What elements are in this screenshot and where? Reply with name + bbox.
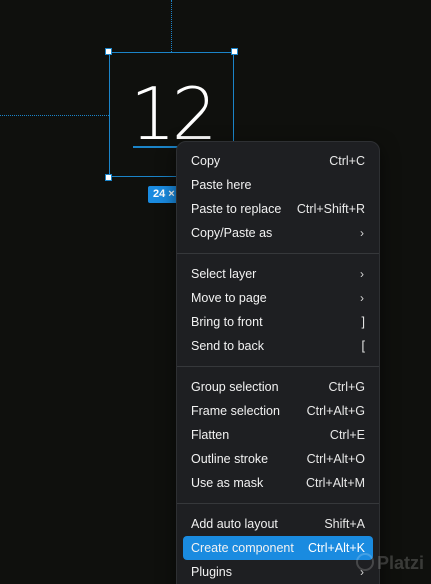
resize-handle-top-right[interactable] <box>231 48 238 55</box>
menu-item-send-to-back[interactable]: Send to back [ <box>183 334 373 358</box>
chevron-right-icon: › <box>360 226 364 240</box>
menu-item-label: Flatten <box>191 428 230 442</box>
menu-item-label: Copy <box>191 154 221 168</box>
menu-separator <box>177 503 379 504</box>
horizontal-guide-line <box>0 115 109 116</box>
watermark-text: Platzi <box>377 553 425 573</box>
menu-item-label: Send to back <box>191 339 264 353</box>
resize-handle-top-left[interactable] <box>105 48 112 55</box>
menu-item-label: Copy/Paste as <box>191 226 273 240</box>
menu-item-label: Create component <box>191 541 294 555</box>
chevron-right-icon: › <box>360 291 364 305</box>
resize-handle-bottom-left[interactable] <box>105 174 112 181</box>
menu-item-label: Plugins <box>191 565 232 579</box>
menu-item-paste-here[interactable]: Paste here <box>183 173 373 197</box>
menu-item-label: Group selection <box>191 380 279 394</box>
menu-item-flatten[interactable]: Flatten Ctrl+E <box>183 423 373 447</box>
menu-item-shortcut: ] <box>361 315 365 329</box>
menu-item-group-selection[interactable]: Group selection Ctrl+G <box>183 375 373 399</box>
menu-item-shortcut: Ctrl+Shift+R <box>296 202 365 216</box>
menu-item-use-as-mask[interactable]: Use as mask Ctrl+Alt+M <box>183 471 373 495</box>
menu-item-shortcut: Shift+A <box>324 517 365 531</box>
menu-item-select-layer[interactable]: Select layer › <box>183 262 373 286</box>
menu-item-copy-paste-as[interactable]: Copy/Paste as › <box>183 221 373 245</box>
menu-item-bring-to-front[interactable]: Bring to front] <box>183 310 373 334</box>
menu-item-label: Outline stroke <box>191 452 269 466</box>
menu-item-label: Frame selection <box>191 404 280 418</box>
menu-separator <box>177 366 379 367</box>
menu-item-copy[interactable]: Copy Ctrl+C <box>183 149 373 173</box>
menu-item-paste-to-replace[interactable]: Paste to replace Ctrl+Shift+R <box>183 197 373 221</box>
watermark: Platzi <box>356 553 424 574</box>
menu-item-label: Use as mask <box>191 476 264 490</box>
vertical-guide-line <box>171 0 172 52</box>
platzi-logo-icon <box>356 553 374 571</box>
menu-item-plugins[interactable]: Plugins › <box>183 560 373 584</box>
menu-item-shortcut: Ctrl+Alt+M <box>305 476 365 490</box>
menu-item-label: Select layer <box>191 267 257 281</box>
menu-item-shortcut: Ctrl+E <box>329 428 365 442</box>
menu-item-label: Bring to front <box>191 315 263 329</box>
menu-item-add-auto-layout[interactable]: Add auto layout Shift+A <box>183 512 373 536</box>
menu-item-shortcut: Ctrl+G <box>328 380 365 394</box>
menu-separator <box>177 253 379 254</box>
menu-item-label: Add auto layout <box>191 517 278 531</box>
menu-item-frame-selection[interactable]: Frame selection Ctrl+Alt+G <box>183 399 373 423</box>
menu-item-shortcut: Ctrl+Alt+O <box>306 452 365 466</box>
menu-item-move-to-page[interactable]: Move to page › <box>183 286 373 310</box>
menu-item-label: Move to page <box>191 291 267 305</box>
design-canvas[interactable]: 12 24 × Copy Ctrl+C Paste here Paste to rep… <box>0 0 431 584</box>
size-badge: 24 × <box>148 186 180 203</box>
menu-item-shortcut: Ctrl+C <box>329 154 365 168</box>
menu-item-label: Paste to replace <box>191 202 282 216</box>
menu-item-create-component[interactable]: Create component Ctrl+Alt+K <box>183 536 373 560</box>
context-menu: Copy Ctrl+C Paste here Paste to replace Ctrl… <box>176 141 380 584</box>
chevron-right-icon: › <box>360 267 364 281</box>
menu-item-shortcut: Ctrl+Alt+G <box>306 404 365 418</box>
menu-item-outline-stroke[interactable]: Outline stroke Ctrl+Alt+O <box>183 447 373 471</box>
menu-item-shortcut: [ <box>361 339 365 353</box>
menu-item-label: Paste here <box>191 178 252 192</box>
